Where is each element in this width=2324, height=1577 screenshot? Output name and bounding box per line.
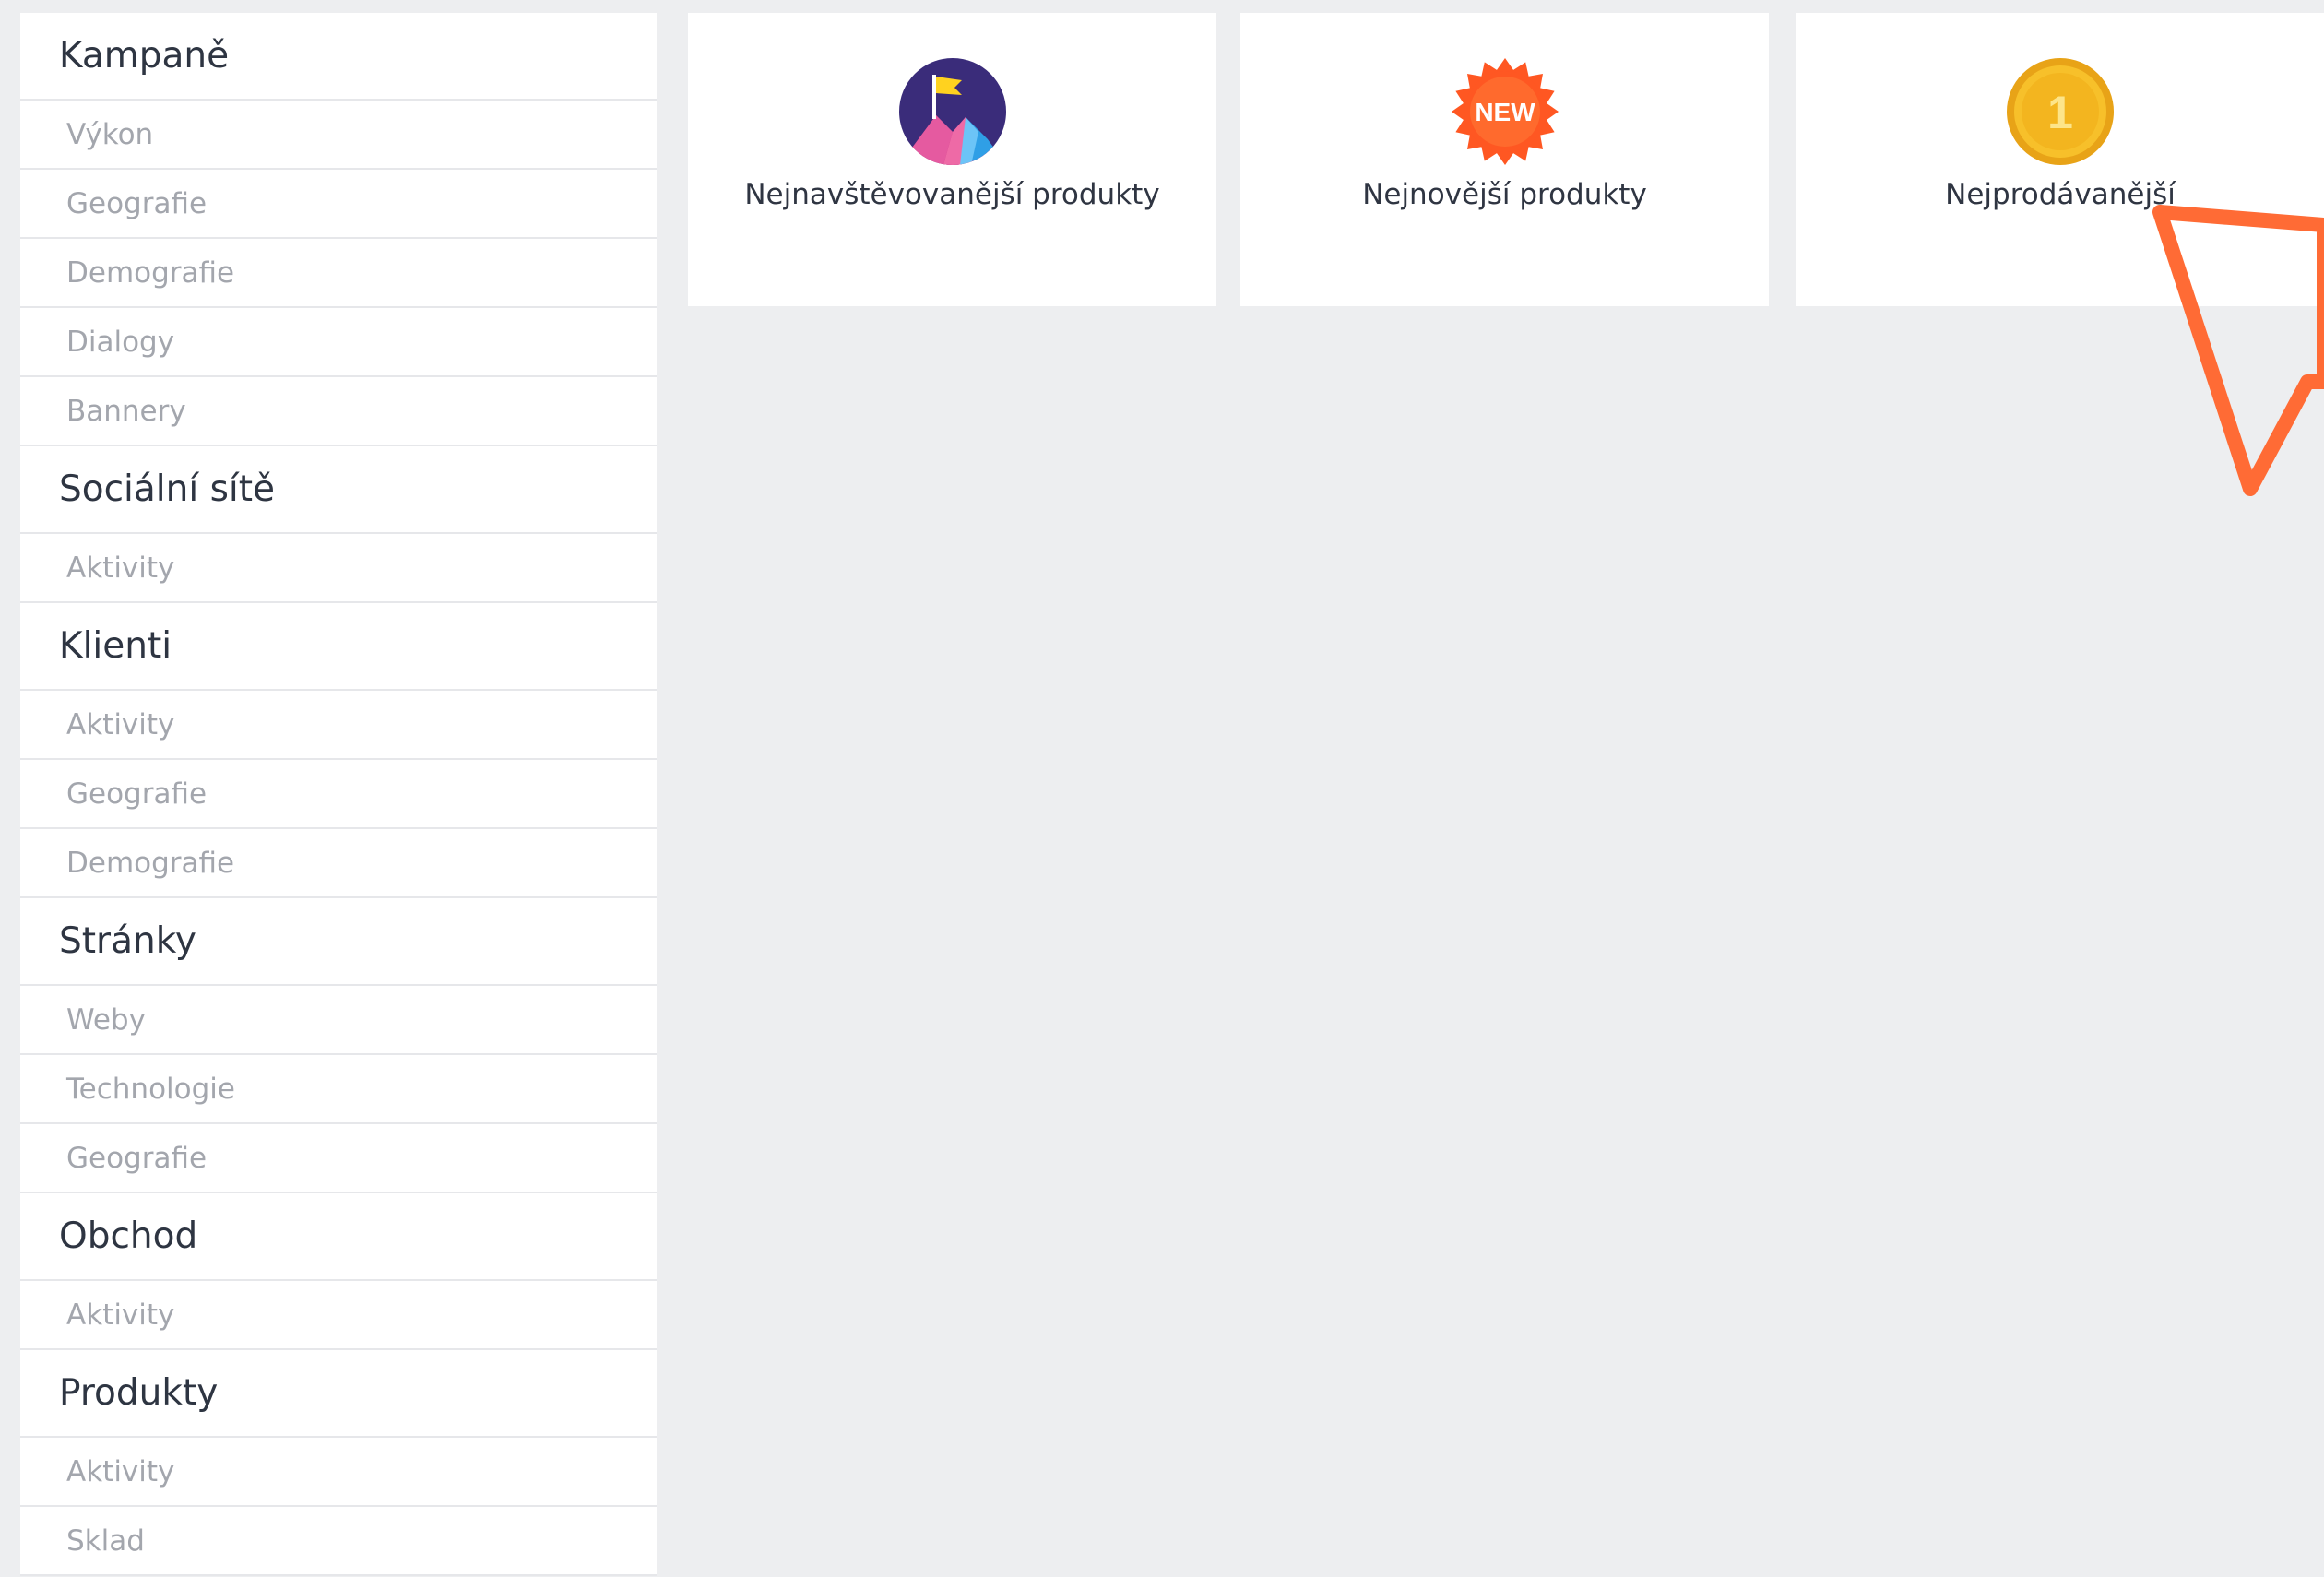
sidebar-item-aktivity[interactable]: Aktivity — [20, 1281, 657, 1350]
card-best-selling[interactable]: 1 Nejprodávanější — [1796, 13, 2324, 306]
sidebar-group-produkty[interactable]: Produkty — [20, 1350, 657, 1438]
sidebar-item-geografie[interactable]: Geografie — [20, 760, 657, 829]
card-label: Nejnovější produkty — [1362, 178, 1647, 211]
sidebar-item-weby[interactable]: Weby — [20, 986, 657, 1055]
gold-medal-icon: 1 — [2007, 58, 2114, 165]
sidebar-item-geografie[interactable]: Geografie — [20, 1124, 657, 1193]
sidebar-nav: Kampaně Výkon Geografie Demografie Dialo… — [20, 13, 657, 1576]
new-badge-text: NEW — [1475, 98, 1536, 126]
card-label: Nejprodávanější — [1945, 178, 2176, 211]
sidebar-item-bannery[interactable]: Bannery — [20, 377, 657, 446]
sidebar-item-sklad[interactable]: Sklad — [20, 1507, 657, 1576]
medal-number: 1 — [2047, 87, 2073, 138]
sidebar-group-obchod[interactable]: Obchod — [20, 1193, 657, 1281]
mountain-flag-icon — [898, 58, 1006, 165]
sidebar-item-geografie[interactable]: Geografie — [20, 170, 657, 239]
card-most-visited-products[interactable]: Nejnavštěvovanější produkty — [688, 13, 1216, 306]
page: Kampaně Výkon Geografie Demografie Dialo… — [0, 0, 2324, 1577]
sidebar-item-dialogy[interactable]: Dialogy — [20, 308, 657, 377]
new-badge-icon: NEW — [1451, 58, 1559, 165]
sidebar-item-demografie[interactable]: Demografie — [20, 829, 657, 898]
sidebar-group-stranky[interactable]: Stránky — [20, 898, 657, 986]
card-newest-products[interactable]: NEW Nejnovější produkty — [1240, 13, 1769, 306]
sidebar-item-demografie[interactable]: Demografie — [20, 239, 657, 308]
sidebar-item-aktivity[interactable]: Aktivity — [20, 534, 657, 603]
sidebar-group-klienti[interactable]: Klienti — [20, 603, 657, 691]
sidebar-group-socialni-site[interactable]: Sociální sítě — [20, 446, 657, 534]
card-label: Nejnavštěvovanější produkty — [744, 178, 1160, 211]
sidebar-group-kampane[interactable]: Kampaně — [20, 13, 657, 101]
sidebar-item-aktivity[interactable]: Aktivity — [20, 691, 657, 760]
sidebar-item-technologie[interactable]: Technologie — [20, 1055, 657, 1124]
sidebar-item-vykon[interactable]: Výkon — [20, 101, 657, 170]
sidebar-item-aktivity[interactable]: Aktivity — [20, 1438, 657, 1507]
